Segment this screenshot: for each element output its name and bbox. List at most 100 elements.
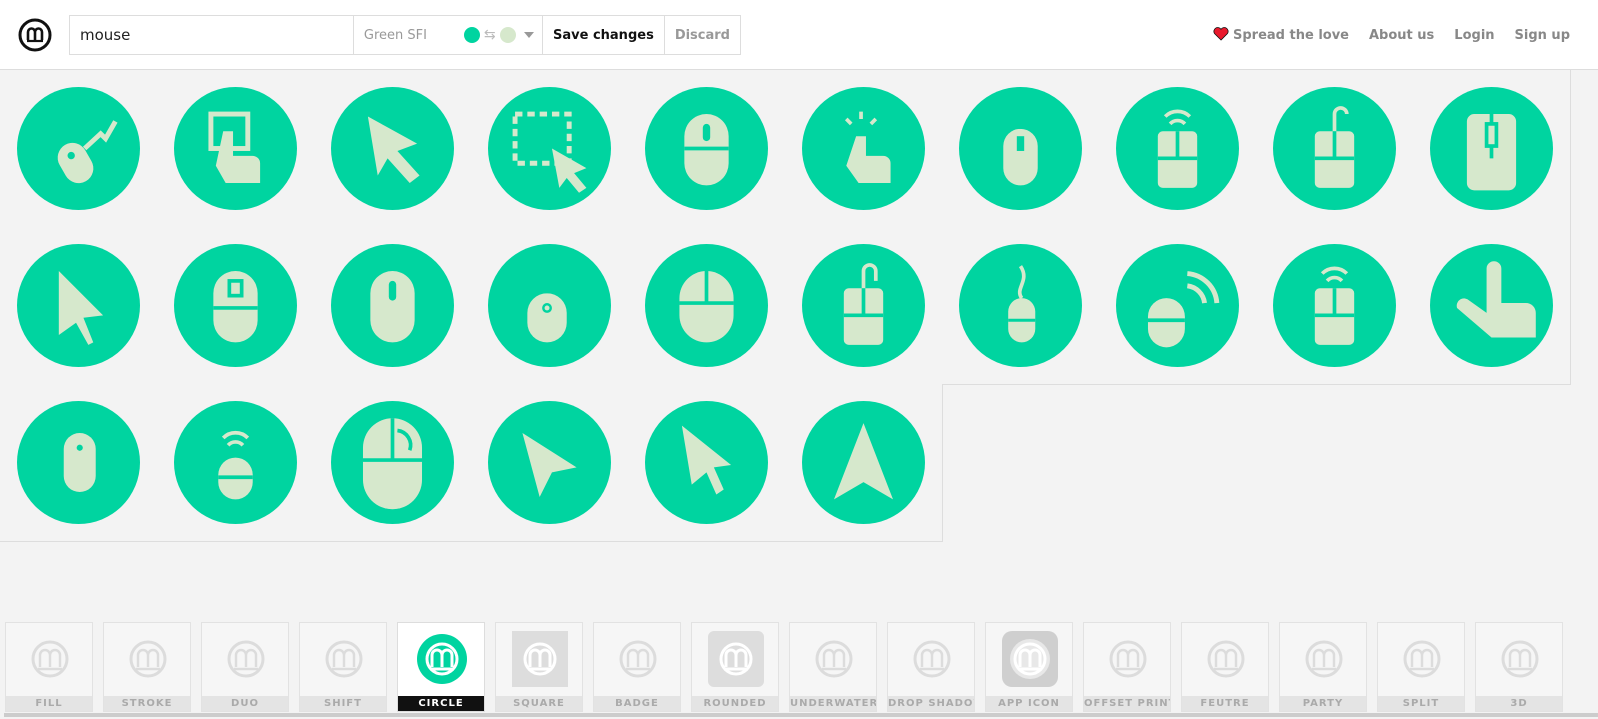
icon-cell[interactable] [0, 384, 158, 542]
search-input[interactable] [70, 16, 353, 54]
icon-cell[interactable] [942, 70, 1100, 228]
navigation-pointer-icon [488, 401, 611, 524]
search-bar: Green SFI ⇆ Save changes Discard [69, 15, 741, 55]
style-preview-icon [1305, 640, 1343, 678]
style-preview-icon [512, 631, 568, 687]
logo-icon[interactable] [18, 18, 52, 52]
icon-cell[interactable] [785, 384, 943, 542]
style-label: BADGE [594, 696, 680, 711]
style-label: SHIFT [300, 696, 386, 711]
style-option-offset-print[interactable]: OFFSET PRINT [1083, 622, 1171, 712]
wireless-mouse-icon [1116, 87, 1239, 210]
style-label: SQUARE [496, 696, 582, 711]
style-option-feutre[interactable]: FEUTRE [1181, 622, 1269, 712]
style-preview-icon [913, 640, 951, 678]
icon-cell[interactable] [942, 227, 1100, 385]
icon-cell[interactable] [0, 227, 158, 385]
style-option-square[interactable]: SQUARE [495, 622, 583, 712]
tap-finger-icon [802, 87, 925, 210]
style-option-split[interactable]: SPLIT [1377, 622, 1465, 712]
touch-screen-icon [174, 87, 297, 210]
pointer-icon [17, 244, 140, 367]
spread-the-love-link[interactable]: Spread the love [1213, 27, 1349, 43]
icon-cell[interactable] [157, 227, 315, 385]
finger-point-icon [1430, 244, 1553, 367]
icon-cell[interactable] [785, 70, 943, 228]
style-label: CIRCLE [398, 696, 484, 711]
style-option-rounded[interactable]: ROUNDED [691, 622, 779, 712]
style-label: SPLIT [1378, 696, 1464, 711]
style-option-stroke[interactable]: STROKE [103, 622, 191, 712]
discard-button[interactable]: Discard [663, 16, 740, 54]
icon-cell[interactable] [628, 70, 786, 228]
primary-color-swatch[interactable] [463, 27, 480, 43]
icon-cell[interactable] [157, 70, 315, 228]
wired-mouse-2-icon [1273, 87, 1396, 210]
swap-colors-icon[interactable]: ⇆ [484, 27, 496, 43]
cursor-arrow-icon [331, 87, 454, 210]
style-preview-icon [815, 640, 853, 678]
style-preview-icon [1501, 640, 1539, 678]
header: Green SFI ⇆ Save changes Discard Spread … [0, 0, 1598, 70]
wired-mouse-icon [959, 87, 1082, 210]
icon-cell[interactable] [785, 227, 943, 385]
mouse-buttons-icon [645, 244, 768, 367]
icon-cell[interactable] [471, 384, 629, 542]
icon-cell[interactable] [1413, 70, 1571, 228]
usb-mouse-icon [17, 87, 140, 210]
style-label: OFFSET PRINT [1084, 696, 1170, 711]
mouse-signal-icon [1116, 244, 1239, 367]
style-preview-icon [1403, 640, 1441, 678]
style-label: 3D [1476, 696, 1562, 711]
icon-cell[interactable] [1256, 70, 1414, 228]
style-option-circle[interactable]: CIRCLE [397, 622, 485, 712]
save-button[interactable]: Save changes [542, 16, 664, 54]
icon-cell[interactable] [471, 227, 629, 385]
style-label: FILL [6, 696, 92, 711]
heart-icon [1213, 27, 1229, 41]
style-option-underwater[interactable]: UNDERWATER [789, 622, 877, 712]
style-option-3d[interactable]: 3D [1475, 622, 1563, 712]
style-option-shift[interactable]: SHIFT [299, 622, 387, 712]
login-link[interactable]: Login [1454, 28, 1494, 43]
style-option-duo[interactable]: DUO [201, 622, 289, 712]
style-preview-icon [1002, 631, 1058, 687]
style-label: PARTY [1280, 696, 1366, 711]
icon-cell[interactable] [157, 384, 315, 542]
style-preview-icon [31, 640, 69, 678]
style-option-party[interactable]: PARTY [1279, 622, 1367, 712]
navigation-arrow-icon [802, 401, 925, 524]
mouse-large-icon [331, 401, 454, 524]
icon-cell[interactable] [314, 384, 472, 542]
style-option-badge[interactable]: BADGE [593, 622, 681, 712]
theme-select[interactable]: Green SFI ⇆ [352, 16, 542, 54]
icon-cell[interactable] [628, 227, 786, 385]
horizontal-scrollbar[interactable] [4, 713, 1598, 717]
icon-cell[interactable] [628, 384, 786, 542]
about-us-link[interactable]: About us [1369, 28, 1434, 43]
theme-name: Green SFI [363, 27, 427, 43]
mouse-oval-icon [331, 244, 454, 367]
icon-cell[interactable] [0, 70, 158, 228]
icon-cell[interactable] [1099, 227, 1257, 385]
mouse-cable-icon [488, 244, 611, 367]
selection-cursor-icon [488, 87, 611, 210]
style-option-app-icon[interactable]: APP ICON [985, 622, 1073, 712]
mouse-icon [645, 87, 768, 210]
mouse-wheel-icon [174, 244, 297, 367]
icon-cell[interactable] [1256, 227, 1414, 385]
icon-cell[interactable] [1413, 227, 1571, 385]
style-label: ROUNDED [692, 696, 778, 711]
icon-cell[interactable] [314, 70, 472, 228]
secondary-color-swatch[interactable] [499, 27, 516, 43]
sign-up-link[interactable]: Sign up [1515, 28, 1570, 43]
chevron-down-icon[interactable] [524, 32, 534, 38]
style-option-drop-shadow[interactable]: DROP SHADOW [887, 622, 975, 712]
icon-cell[interactable] [314, 227, 472, 385]
style-picker: FILL STROKE DUO SHIFT CIRCLE SQUARE BADGE ROUND… [0, 610, 1598, 719]
style-label: APP ICON [986, 696, 1072, 711]
top-nav: Spread the love About us Login Sign up [1213, 0, 1570, 70]
icon-cell[interactable] [1099, 70, 1257, 228]
style-option-fill[interactable]: FILL [5, 622, 93, 712]
icon-cell[interactable] [471, 70, 629, 228]
